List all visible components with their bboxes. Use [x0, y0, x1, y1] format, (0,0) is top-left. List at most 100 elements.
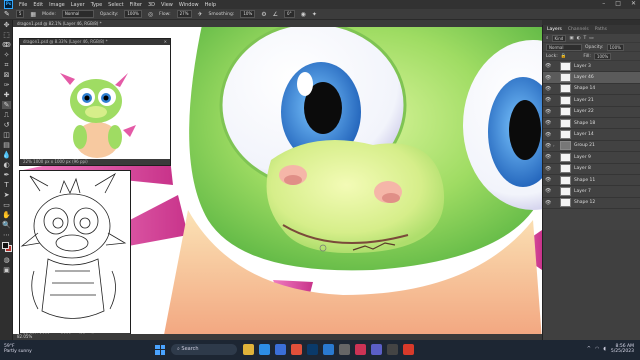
layer-row[interactable]: 👁 Shape 14: [543, 84, 640, 96]
quick-select-tool-icon[interactable]: ✧: [2, 51, 11, 59]
foreground-color-swatch[interactable]: [2, 242, 9, 249]
move-tool-icon[interactable]: ✥: [2, 21, 11, 29]
brush-settings-icon[interactable]: ▦: [30, 11, 36, 18]
document-tab[interactable]: dragon1.psd @ 82.1% (Layer 46, RGB/8) *: [13, 20, 542, 27]
tab-paths[interactable]: Paths: [595, 27, 607, 32]
menu-help[interactable]: Help: [205, 2, 216, 8]
maximize-icon[interactable]: □: [615, 0, 621, 7]
tab-layers[interactable]: Layers: [547, 27, 562, 32]
layer-row[interactable]: 👁 Shape 11: [543, 175, 640, 187]
layer-fill-field[interactable]: 100%: [593, 52, 612, 60]
pen-tool-icon[interactable]: ✒: [2, 171, 11, 179]
menu-window[interactable]: Window: [179, 2, 199, 8]
layer-row[interactable]: 👁 › Group 21: [543, 141, 640, 153]
taskbar-app-photoshop-icon[interactable]: [307, 344, 318, 355]
history-brush-icon[interactable]: ↺: [2, 121, 11, 129]
menu-edit[interactable]: Edit: [33, 2, 43, 8]
brush-size-field[interactable]: 5: [15, 10, 25, 18]
blend-mode-select[interactable]: Normal: [546, 43, 582, 51]
taskbar-app-teams-icon[interactable]: [371, 344, 382, 355]
menu-file[interactable]: File: [19, 2, 27, 8]
filter-type-icon[interactable]: T: [584, 36, 587, 41]
filter-pixel-icon[interactable]: ▣: [569, 36, 573, 41]
visibility-eye-icon[interactable]: 👁: [545, 177, 551, 183]
taskbar-app-store-icon[interactable]: [275, 344, 286, 355]
windows-start-icon[interactable]: [155, 344, 165, 355]
visibility-eye-icon[interactable]: 👁: [545, 86, 551, 92]
layer-opacity-field[interactable]: 100%: [606, 43, 624, 51]
layer-row[interactable]: 👁 Layer 22: [543, 107, 640, 118]
mode-select[interactable]: Normal: [61, 10, 94, 18]
minimize-icon[interactable]: –: [602, 0, 605, 7]
brush-tool-icon-side[interactable]: ✎: [2, 101, 11, 109]
kind-filter-select[interactable]: Kind: [551, 34, 567, 42]
frame-tool-icon[interactable]: ⊠: [2, 71, 11, 79]
taskbar-search[interactable]: ⌕ Search: [171, 344, 237, 355]
close-icon[interactable]: ✕: [631, 0, 636, 7]
taskbar-app-camera-icon[interactable]: [387, 344, 398, 355]
lock-icon[interactable]: 🔒: [561, 54, 567, 59]
taskbar-clock[interactable]: 8:56 AM 5/25/2023: [611, 344, 634, 354]
weather-widget[interactable]: 59°F Partly sunny: [4, 344, 32, 354]
filter-adjust-icon[interactable]: ◐: [577, 36, 581, 41]
pressure-opacity-icon[interactable]: ◎: [148, 11, 153, 18]
menu-filter[interactable]: Filter: [130, 2, 142, 8]
layer-row[interactable]: 👁 Layer 14: [543, 129, 640, 141]
type-tool-icon[interactable]: T: [2, 181, 11, 189]
healing-tool-icon[interactable]: ✚: [2, 91, 11, 99]
visibility-eye-icon[interactable]: 👁: [545, 143, 551, 149]
menu-image[interactable]: Image: [49, 2, 65, 8]
visibility-eye-icon[interactable]: 👁: [545, 154, 551, 160]
wifi-icon[interactable]: ◠: [595, 346, 599, 352]
crop-tool-icon[interactable]: ⌗: [2, 61, 11, 69]
filter-shape-icon[interactable]: ▭: [589, 36, 593, 41]
visibility-eye-icon[interactable]: 👁: [545, 200, 551, 206]
layer-row[interactable]: 👁 Shape 18: [543, 118, 640, 130]
floating-doc-window-sketch[interactable]: 30.69% 1000 px x 1000 px (96 ppi): [19, 170, 131, 340]
visibility-eye-icon[interactable]: 👁: [545, 120, 551, 126]
layer-row[interactable]: 👁 Shape 12: [543, 198, 640, 210]
visibility-eye-icon[interactable]: 👁: [545, 63, 551, 69]
quick-mask-icon[interactable]: ◍: [2, 256, 11, 264]
opacity-field[interactable]: 100%: [124, 10, 142, 18]
speaker-icon[interactable]: ◖: [603, 346, 606, 352]
menu-3d[interactable]: 3D: [148, 2, 155, 8]
symmetry-icon[interactable]: ✦: [312, 11, 317, 18]
screen-mode-icon[interactable]: ▣: [2, 266, 11, 274]
visibility-eye-icon[interactable]: 👁: [545, 166, 551, 172]
visibility-eye-icon[interactable]: 👁: [545, 109, 551, 115]
layer-row[interactable]: 👁 Layer 7: [543, 186, 640, 198]
flow-field[interactable]: 27%: [176, 10, 192, 18]
gradient-tool-icon[interactable]: ▤: [2, 141, 11, 149]
smoothing-field[interactable]: 10%: [240, 10, 256, 18]
visibility-eye-icon[interactable]: 👁: [545, 132, 551, 138]
layer-row[interactable]: 👁 Layer 9: [543, 152, 640, 164]
taskbar-app-chrome-icon[interactable]: [291, 344, 302, 355]
floating-doc-window-color[interactable]: dragon1.psd @ 8.33% (Layer 46, RGB/8) * …: [19, 38, 171, 166]
menu-view[interactable]: View: [161, 2, 173, 8]
chevron-up-icon[interactable]: ^: [587, 346, 591, 352]
layer-row[interactable]: 👁 Layer 3: [543, 61, 640, 73]
dodge-tool-icon[interactable]: ◐: [2, 161, 11, 169]
pressure-size-icon[interactable]: ◉: [301, 11, 306, 18]
smoothing-settings-icon[interactable]: ⚙: [261, 11, 266, 18]
path-select-tool-icon[interactable]: ➤: [2, 191, 11, 199]
hand-tool-icon[interactable]: ✋: [2, 211, 11, 219]
brush-tool-icon[interactable]: ✎: [4, 10, 10, 18]
lasso-tool-icon[interactable]: ↂ: [2, 41, 11, 49]
taskbar-app-mail-icon[interactable]: [323, 344, 334, 355]
taskbar-app-media-icon[interactable]: [355, 344, 366, 355]
taskbar-app-explorer-icon[interactable]: [243, 344, 254, 355]
main-canvas[interactable]: dragon1.psd @ 8.33% (Layer 46, RGB/8) * …: [13, 20, 542, 340]
tab-channels[interactable]: Channels: [568, 27, 589, 32]
menu-layer[interactable]: Layer: [71, 2, 85, 8]
layer-row[interactable]: 👁 Layer 8: [543, 164, 640, 175]
taskbar-app-acrobat-icon[interactable]: [403, 344, 414, 355]
chevron-right-icon[interactable]: ›: [553, 143, 557, 148]
marquee-tool-icon[interactable]: ⬚: [2, 31, 11, 39]
zoom-tool-icon[interactable]: 🔍: [2, 221, 11, 229]
visibility-eye-icon[interactable]: 👁: [545, 97, 551, 103]
taskbar-app-edge-icon[interactable]: [259, 344, 270, 355]
menu-type[interactable]: Type: [91, 2, 102, 8]
stamp-tool-icon[interactable]: ⎍: [2, 111, 11, 119]
